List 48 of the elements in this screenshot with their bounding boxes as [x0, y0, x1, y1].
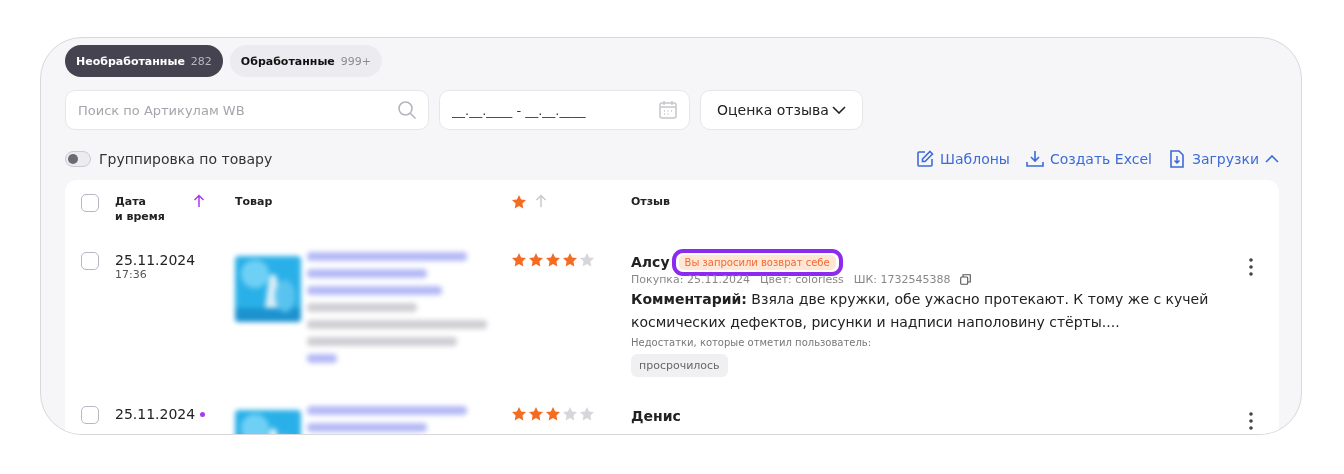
date-range-field[interactable]: __.__.____ - __.__.____: [439, 90, 690, 130]
column-header: Дата и время: [115, 194, 166, 224]
defect-tag: просрочилось: [631, 354, 728, 377]
defects-label: Недостатки, которые отметил пользователь:: [631, 337, 873, 348]
toggle-label: Группировка по товару: [99, 151, 273, 167]
star-icon: [545, 406, 561, 422]
filter-tab[interactable]: Необработанные 282: [65, 45, 223, 77]
meta-text: Покупка: 25.11.2024: [631, 273, 750, 286]
checkbox[interactable]: [81, 406, 99, 424]
checkbox[interactable]: [81, 252, 99, 270]
status-badge: Вы запросили возврат себе: [678, 254, 836, 270]
author-name: Алсу: [631, 254, 670, 270]
star-icon: [545, 252, 561, 268]
star-icon: [579, 406, 595, 422]
star-icon: [579, 252, 595, 268]
star-icon: [562, 252, 578, 268]
copy-icon: [960, 274, 972, 285]
star-icon: [511, 406, 527, 422]
star-icon: [511, 252, 527, 268]
file-download-icon: [1167, 150, 1186, 168]
meta-text: Цвет: colorless: [759, 273, 844, 286]
chevron-down-icon: [832, 106, 846, 114]
edit-icon: [916, 150, 934, 168]
search-icon: [397, 100, 417, 120]
time-text: 17:36: [115, 268, 148, 281]
date-text: 25.11.2024: [115, 252, 196, 268]
star-icon: [511, 194, 527, 210]
toggle-switch[interactable]: [65, 151, 91, 167]
star-icon: [528, 252, 544, 268]
more-icon: [1249, 412, 1253, 430]
star-icon: [562, 406, 578, 422]
action-link[interactable]: Шаблоны: [916, 150, 1010, 168]
comment-text: Комментарий: Взяла две кружки, обе ужасно протекают. К тому же с кучей космических дефектов, рисунки и надписи наполовину стёрты....: [631, 290, 1210, 332]
column-header: Отзыв: [631, 194, 672, 209]
action-link[interactable]: Загрузки: [1167, 150, 1279, 168]
search-field[interactable]: Поиск по Артикулам WB: [65, 90, 429, 130]
download-icon: [1025, 150, 1044, 168]
star-icon: [528, 406, 544, 422]
checkbox[interactable]: [81, 194, 99, 212]
calendar-icon: [658, 100, 678, 120]
filter-tab[interactable]: Обработанные 999+: [229, 45, 383, 77]
date-text: 25.11.2024: [115, 406, 196, 422]
more-icon: [1249, 258, 1253, 276]
author-name: Денис: [631, 408, 681, 424]
rating-dropdown[interactable]: Оценка отзыва: [700, 90, 863, 130]
action-link[interactable]: Создать Excel: [1025, 150, 1152, 168]
column-header: Товар: [235, 194, 274, 209]
meta-text: ШК: 1732545388: [853, 273, 951, 286]
